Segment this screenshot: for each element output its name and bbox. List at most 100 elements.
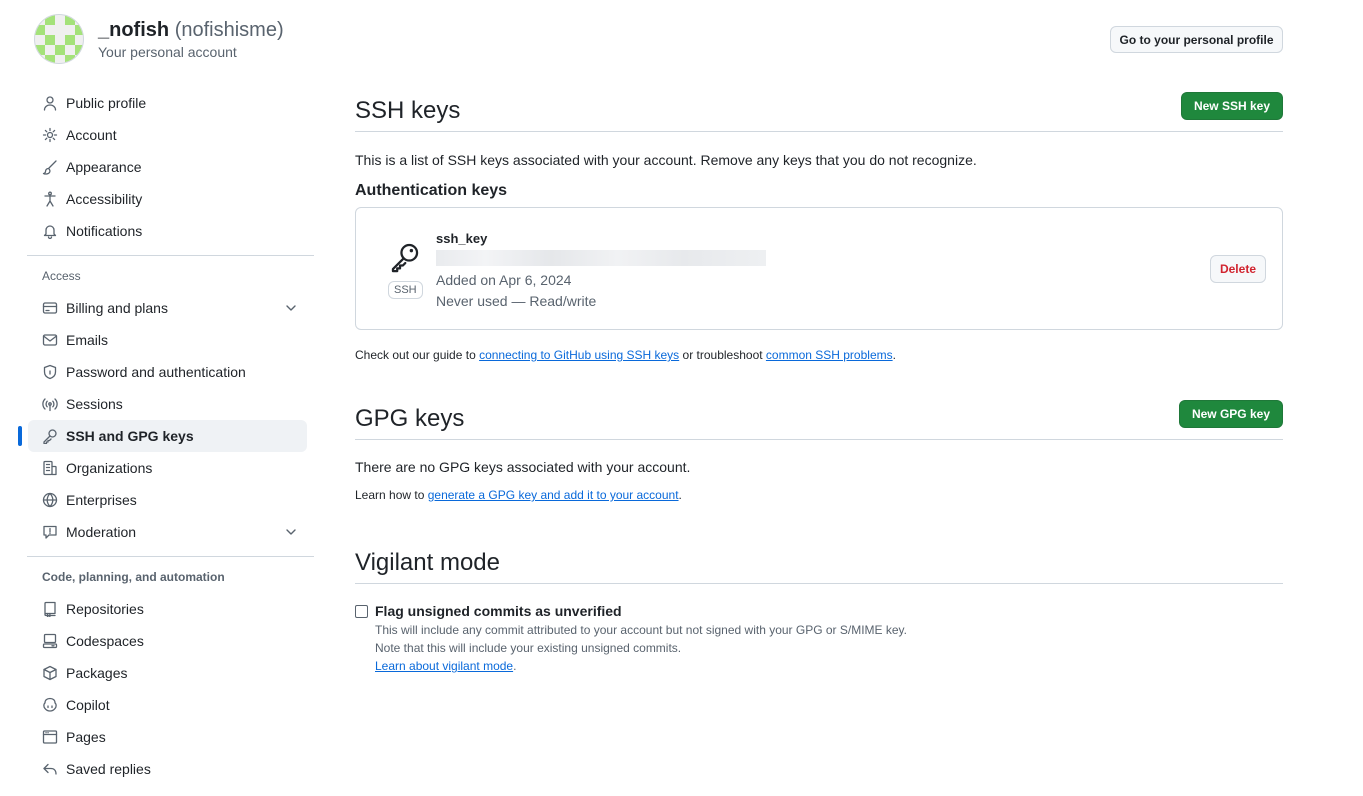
- gpg-learn-text: Learn how to generate a GPG key and add …: [355, 488, 1283, 502]
- report-icon: [42, 524, 58, 540]
- browser-icon: [42, 729, 58, 745]
- guide-prefix: Check out our guide to: [355, 348, 480, 362]
- gpg-section-header: GPG keys New GPG key: [355, 398, 1283, 440]
- settings-sidebar: Public profile Account Appearance Accessibi…: [18, 87, 315, 785]
- sidebar-item-label: Public profile: [66, 95, 147, 111]
- sidebar-item-saved-replies[interactable]: Saved replies: [28, 753, 307, 785]
- sidebar-item-label: Sessions: [66, 396, 123, 412]
- gpg-learn-link[interactable]: generate a GPG key and add it to your ac…: [428, 488, 679, 502]
- sidebar-item-label: Saved replies: [66, 761, 151, 777]
- broadcast-icon: [42, 396, 58, 412]
- chevron-down-icon[interactable]: [283, 300, 299, 316]
- globe-icon: [42, 492, 58, 508]
- vigilant-option: Flag unsigned commits as unverified This…: [355, 603, 1283, 675]
- sidebar-item-label: Billing and plans: [66, 300, 168, 316]
- sidebar-item-billing-and-plans[interactable]: Billing and plans: [28, 292, 307, 324]
- sidebar-item-label: Moderation: [66, 524, 137, 540]
- account-header: _nofish (nofishisme) Your personal accou…: [34, 14, 284, 64]
- repo-icon: [42, 601, 58, 617]
- gpg-empty-text: There are no GPG keys associated with yo…: [355, 459, 691, 475]
- sidebar-item-appearance[interactable]: Appearance: [28, 151, 307, 183]
- sidebar-item-label: Repositories: [66, 601, 144, 617]
- sidebar-item-label: Enterprises: [66, 492, 137, 508]
- learn-suffix: .: [678, 488, 682, 502]
- sidebar-item-label: Packages: [66, 665, 128, 681]
- sidebar-item-enterprises[interactable]: Enterprises: [28, 484, 307, 516]
- credit-card-icon: [42, 300, 58, 316]
- sidebar-item-repositories[interactable]: Repositories: [28, 593, 307, 625]
- sidebar-item-emails[interactable]: Emails: [28, 324, 307, 356]
- ssh-problems-link[interactable]: common SSH problems: [766, 348, 893, 362]
- display-name[interactable]: _nofish: [98, 19, 169, 41]
- sidebar-item-pages[interactable]: Pages: [28, 721, 307, 753]
- sidebar-item-public-profile[interactable]: Public profile: [28, 87, 307, 119]
- sidebar-item-label: Appearance: [66, 159, 142, 175]
- divider: [27, 255, 314, 256]
- sidebar-item-label: Emails: [66, 332, 109, 348]
- sidebar-item-label: SSH and GPG keys: [66, 428, 194, 444]
- sidebar-item-moderation[interactable]: Moderation: [28, 516, 307, 548]
- key-icon: [391, 243, 419, 273]
- vigilant-note-2: Note that this will include your existin…: [375, 641, 682, 655]
- main-content: SSH keys New SSH key This is a list of S…: [355, 90, 1283, 675]
- gear-icon: [42, 127, 58, 143]
- ssh-key-fingerprint-redacted: [436, 250, 766, 266]
- divider: [27, 556, 314, 557]
- guide-suffix: .: [892, 348, 896, 362]
- vigilant-title: Vigilant mode: [355, 548, 500, 576]
- sidebar-item-label: Copilot: [66, 697, 110, 713]
- shield-lock-icon: [42, 364, 58, 380]
- person-icon: [42, 95, 58, 111]
- sidebar-item-codespaces[interactable]: Codespaces: [28, 625, 307, 657]
- sidebar-item-label: Pages: [66, 729, 106, 745]
- sidebar-item-label: Account: [66, 127, 117, 143]
- ssh-key-name: ssh_key: [436, 231, 488, 246]
- sidebar-item-label: Organizations: [66, 460, 153, 476]
- go-to-profile-button[interactable]: Go to your personal profile: [1110, 26, 1283, 53]
- sidebar-item-account[interactable]: Account: [28, 119, 307, 151]
- new-gpg-key-button[interactable]: New GPG key: [1178, 399, 1283, 428]
- new-ssh-key-button[interactable]: New SSH key: [1180, 91, 1283, 120]
- access-heading: Access: [42, 269, 81, 283]
- sidebar-item-password-and-authentication[interactable]: Password and authentication: [28, 356, 307, 388]
- guide-middle: or troubleshoot: [679, 348, 766, 362]
- sidebar-item-notifications[interactable]: Notifications: [28, 215, 307, 247]
- learn-prefix: Learn how to: [355, 488, 428, 502]
- key-icon: [42, 428, 58, 444]
- sidebar-item-label: Codespaces: [66, 633, 144, 649]
- account-name: _nofish (nofishisme): [98, 17, 284, 43]
- sidebar-item-packages[interactable]: Packages: [28, 657, 307, 689]
- sidebar-item-ssh-and-gpg-keys[interactable]: SSH and GPG keys: [18, 420, 307, 452]
- paintbrush-icon: [42, 159, 58, 175]
- ssh-title: SSH keys: [355, 96, 461, 124]
- ssh-section-header: SSH keys New SSH key: [355, 90, 1283, 132]
- vigilant-checkbox-label[interactable]: Flag unsigned commits as unverified: [375, 603, 907, 619]
- mail-icon: [42, 332, 58, 348]
- codespaces-icon: [42, 633, 58, 649]
- ssh-type-label: SSH: [388, 281, 423, 299]
- vigilant-note-1: This will include any commit attributed …: [375, 623, 908, 637]
- vigilant-learn-link[interactable]: Learn about vigilant mode: [375, 659, 513, 673]
- sidebar-item-copilot[interactable]: Copilot: [28, 689, 307, 721]
- accessibility-icon: [42, 191, 58, 207]
- vigilant-checkbox[interactable]: [355, 605, 368, 618]
- sidebar-item-accessibility[interactable]: Accessibility: [28, 183, 307, 215]
- code-heading: Code, planning, and automation: [42, 570, 225, 584]
- avatar[interactable]: [34, 14, 84, 64]
- sidebar-item-organizations[interactable]: Organizations: [28, 452, 307, 484]
- sidebar-item-sessions[interactable]: Sessions: [28, 388, 307, 420]
- ssh-key-badge: SSH: [388, 240, 423, 299]
- reply-icon: [42, 761, 58, 777]
- sidebar-item-label: Password and authentication: [66, 364, 246, 380]
- chevron-down-icon[interactable]: [283, 524, 299, 540]
- delete-ssh-key-button[interactable]: Delete: [1209, 255, 1266, 283]
- package-icon: [42, 665, 58, 681]
- ssh-key-added: Added on Apr 6, 2024: [436, 272, 572, 288]
- ssh-guide-link[interactable]: connecting to GitHub using SSH keys: [479, 348, 679, 362]
- vigilant-section-header: Vigilant mode: [355, 542, 1283, 584]
- ssh-key-card: SSH ssh_key Added on Apr 6, 2024 Never u…: [355, 207, 1283, 330]
- vigilant-learn-suffix: .: [513, 659, 517, 673]
- gpg-title: GPG keys: [355, 404, 465, 432]
- bell-icon: [42, 223, 58, 239]
- ssh-key-usage: Never used — Read/write: [436, 293, 597, 309]
